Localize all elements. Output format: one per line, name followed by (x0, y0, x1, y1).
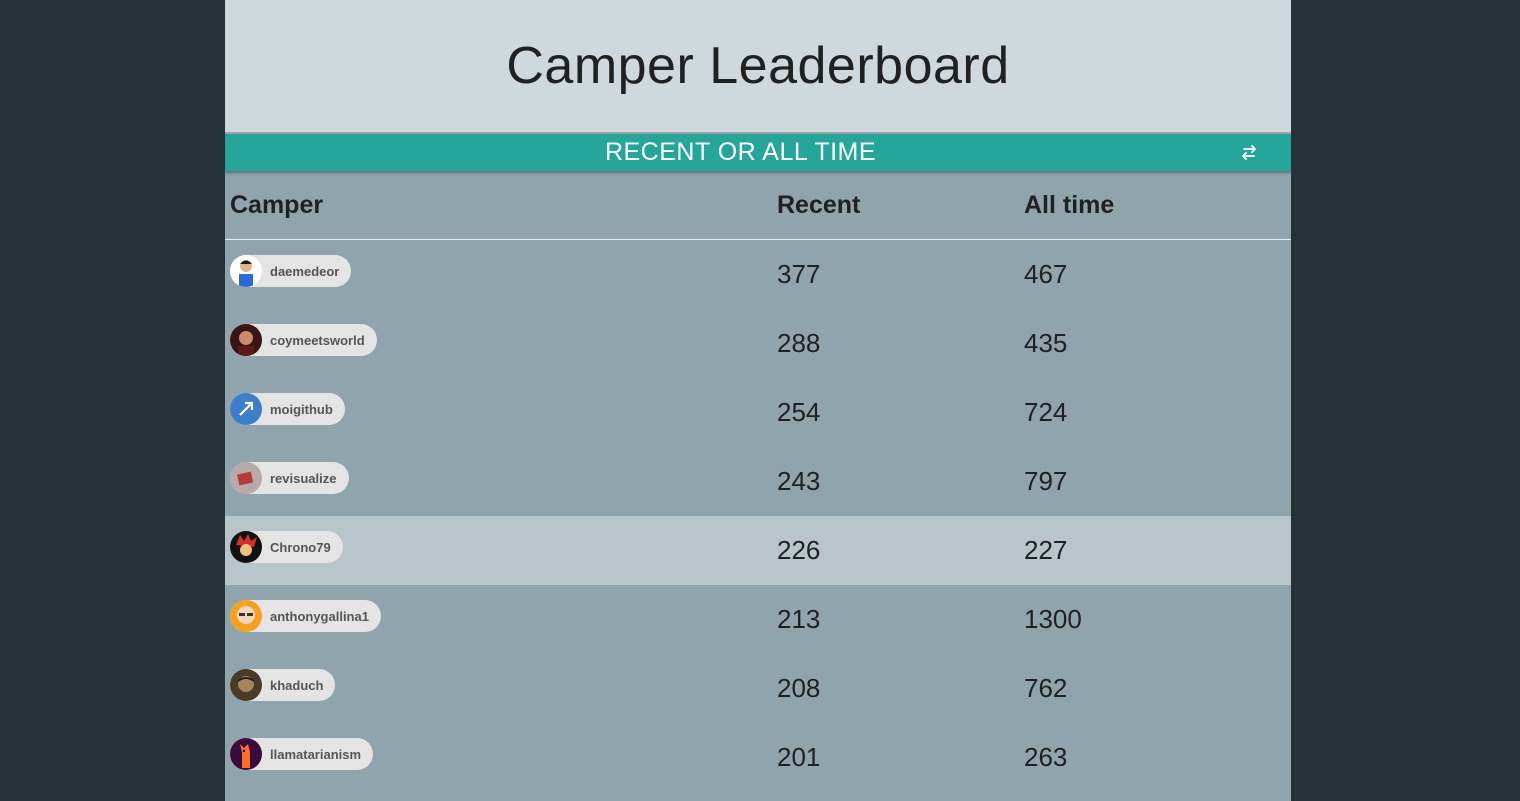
username: Chrono79 (270, 539, 331, 555)
table-row: Chrono79 226 227 (225, 516, 1291, 585)
avatar (230, 600, 262, 632)
avatar (230, 462, 262, 494)
camper-chip[interactable]: Chrono79 (230, 531, 343, 563)
avatar (230, 255, 262, 287)
alltime-points: 435 (1024, 328, 1068, 358)
camper-cell: anthonygallina1 (225, 585, 772, 654)
table-row: coymeetsworld 288 435 (225, 309, 1291, 378)
swap-horizontal-icon (1242, 145, 1256, 160)
page-title: Camper Leaderboard (506, 37, 1010, 95)
camper-chip[interactable]: coymeetsworld (230, 324, 377, 356)
table-row: moigithub 254 724 (225, 378, 1291, 447)
recent-points: 213 (777, 604, 821, 634)
camper-cell: khaduch (225, 654, 772, 723)
camper-cell: moigithub (225, 378, 772, 447)
camper-cell: coymeetsworld (225, 309, 772, 378)
table-row: daemedeor 377 467 (225, 240, 1291, 310)
username: daemedeor (270, 263, 340, 279)
alltime-points: 762 (1024, 673, 1068, 703)
table-row: khaduch 208 762 (225, 654, 1291, 723)
camper-chip[interactable]: moigithub (230, 393, 345, 425)
alltime-points: 797 (1024, 466, 1068, 496)
alltime-points: 227 (1019, 516, 1291, 585)
username: revisualize (270, 470, 337, 486)
camper-cell: revisualize (225, 447, 772, 516)
avatar (230, 738, 262, 770)
username: anthonygallina1 (270, 608, 369, 624)
table-header-row: Camper Recent All time (225, 171, 1291, 240)
table-row: anthonygallina1 213 1300 (225, 585, 1291, 654)
camper-chip[interactable]: llamatarianism (230, 738, 374, 770)
username: khaduch (270, 677, 324, 693)
column-header-camper[interactable]: Camper (225, 171, 772, 240)
avatar (230, 669, 262, 701)
camper-chip[interactable]: revisualize (230, 462, 349, 494)
avatar (230, 393, 262, 425)
camper-cell: llamatarianism (225, 723, 772, 792)
username: llamatarianism (270, 746, 362, 762)
camper-cell: Chrono79 (225, 516, 772, 585)
recent-points: 254 (777, 397, 821, 427)
alltime-points: 1300 (1024, 604, 1082, 634)
alltime-points: 263 (1024, 742, 1068, 772)
recent-points: 377 (777, 259, 821, 289)
avatar (230, 531, 262, 563)
toggle-label: RECENT OR ALL TIME (604, 138, 877, 166)
camper-cell: daemedeor (225, 240, 772, 310)
leaderboard-table: Camper Recent All time daemedeor 377 467 (225, 171, 1291, 792)
camper-chip[interactable]: khaduch (230, 669, 336, 701)
column-header-recent[interactable]: Recent (772, 171, 1019, 240)
recent-points: 208 (777, 673, 821, 703)
recent-points: 226 (772, 516, 1019, 585)
recent-points: 288 (777, 328, 821, 358)
column-header-alltime[interactable]: All time (1019, 171, 1291, 240)
recent-points: 243 (777, 466, 821, 496)
leaderboard-panel: Camper Leaderboard RECENT OR ALL TIME Ca… (225, 0, 1291, 801)
camper-chip[interactable]: daemedeor (230, 255, 352, 287)
table-row: revisualize 243 797 (225, 447, 1291, 516)
recent-points: 201 (777, 742, 821, 772)
alltime-points: 724 (1024, 397, 1068, 427)
username: moigithub (270, 401, 333, 417)
username: coymeetsworld (270, 332, 365, 348)
alltime-points: 467 (1024, 259, 1068, 289)
camper-chip[interactable]: anthonygallina1 (230, 600, 381, 632)
header: Camper Leaderboard (225, 0, 1291, 134)
avatar (230, 324, 262, 356)
recent-alltime-toggle-button[interactable]: RECENT OR ALL TIME (225, 134, 1291, 171)
table-row: llamatarianism 201 263 (225, 723, 1291, 792)
